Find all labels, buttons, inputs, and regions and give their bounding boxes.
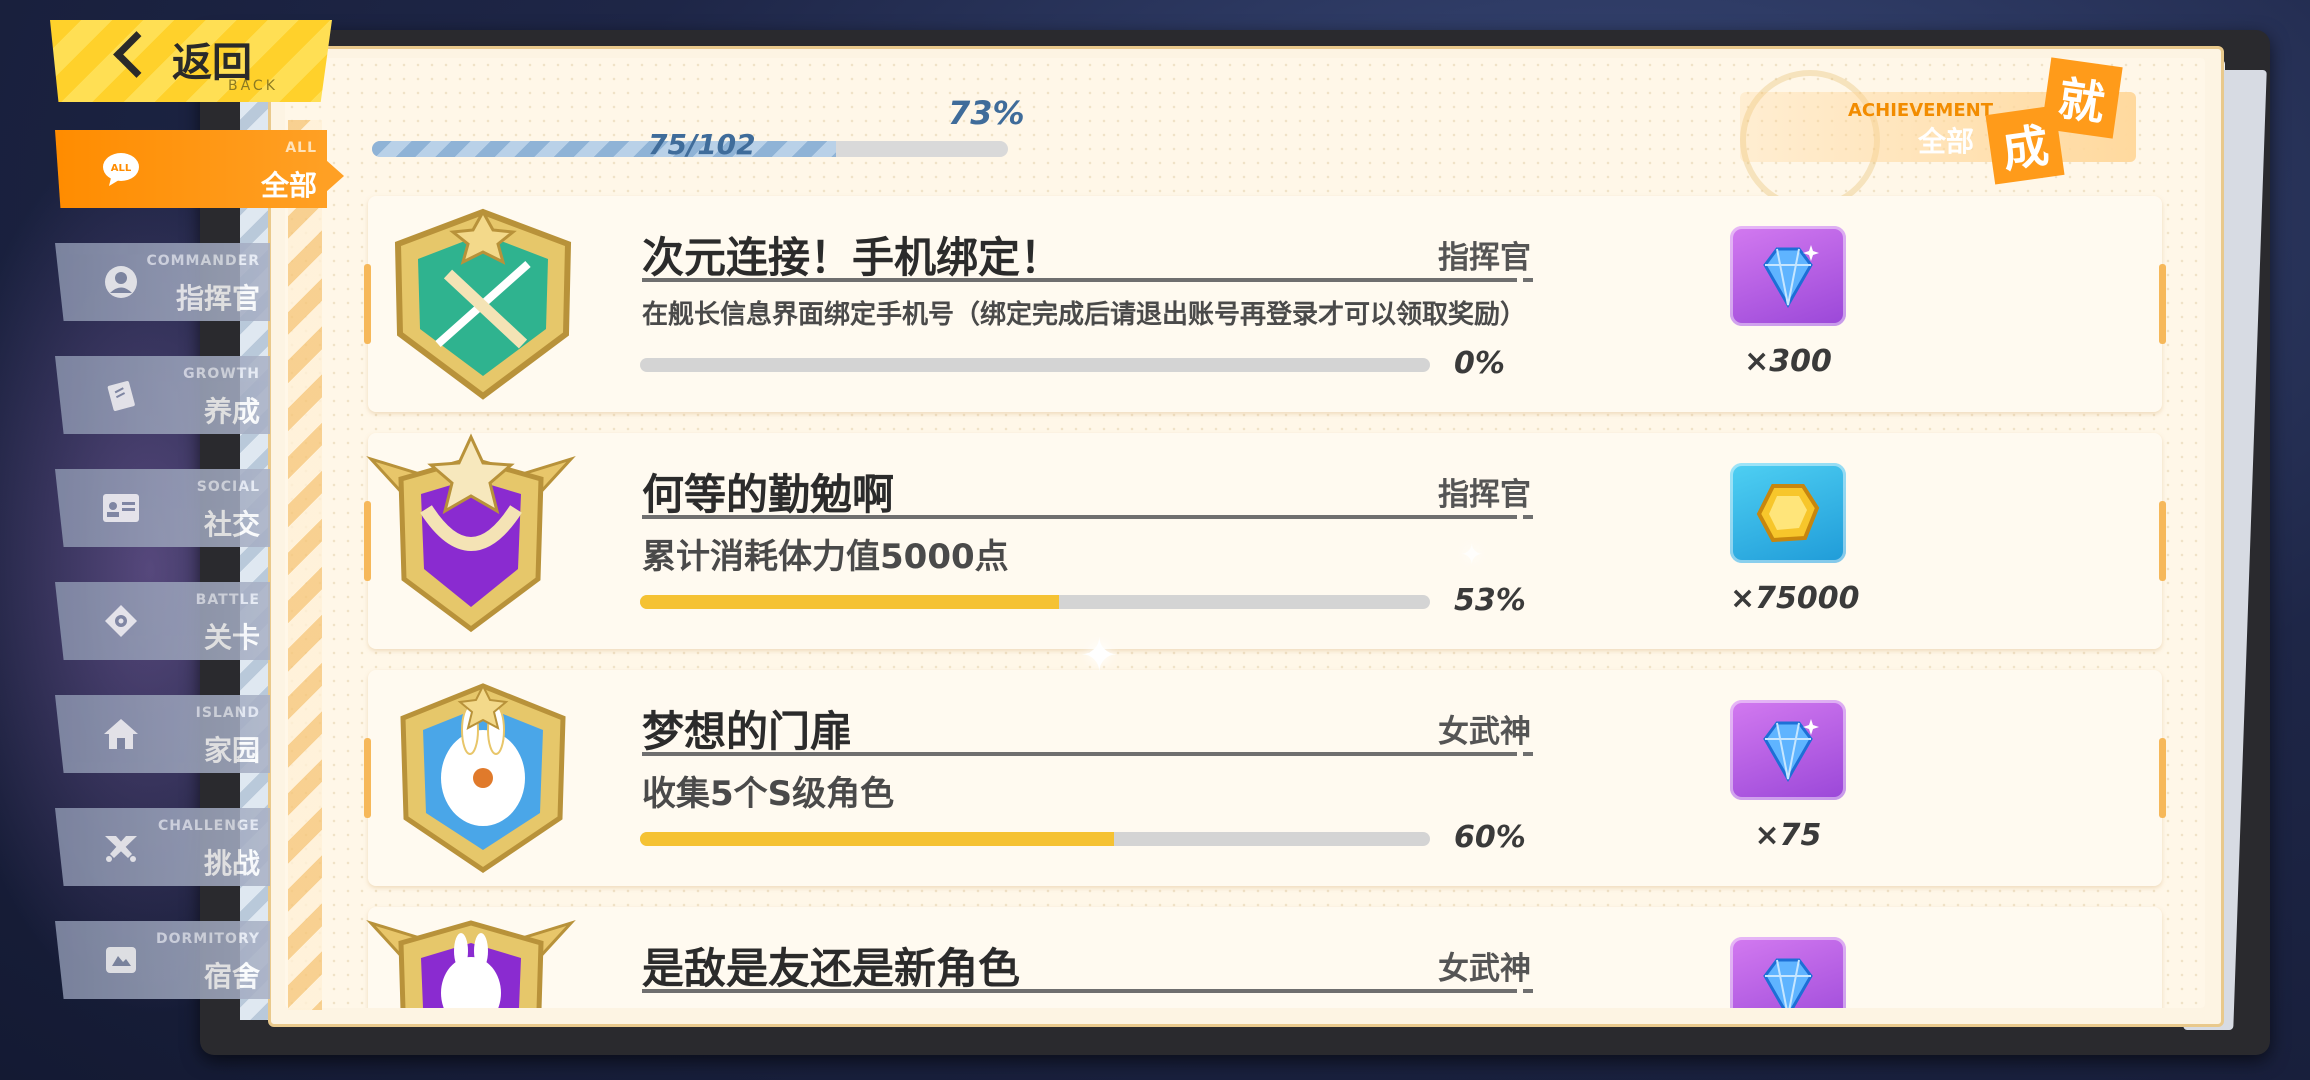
title-divider (642, 278, 1533, 282)
reward-item[interactable] (1730, 937, 1846, 1008)
blue-crystal-icon (1763, 719, 1819, 783)
achievement-progress-bar (640, 595, 1430, 609)
medal-rabbit-icon (378, 678, 588, 878)
achievement-progress-fill (640, 832, 1114, 846)
reward-quantity: ×75000 (1730, 581, 1860, 616)
achievement-category: 指挥官 (1438, 240, 1531, 276)
card-edge (364, 264, 371, 344)
achievement-progress-percent: 60% (1454, 820, 1526, 855)
reward-item[interactable] (1730, 226, 1846, 326)
medal-star-wings-icon (366, 433, 588, 641)
achievement-title: 次元连接！手机绑定！ (642, 233, 1063, 282)
card-edge (2159, 264, 2166, 344)
card-edge (364, 738, 371, 818)
achievement-progress-fill (640, 595, 1059, 609)
reward-quantity: ×75 (1754, 818, 1822, 853)
achievement-card[interactable]: 何等的勤勉啊 指挥官 累计消耗体力值5000点 53% ×75000 (364, 433, 2166, 649)
achievement-card[interactable]: 次元连接！手机绑定！ 指挥官 在舰长信息界面绑定手机号（绑定完成后请退出账号再登… (364, 196, 2166, 412)
card-edge (2159, 501, 2166, 581)
sparkle-icon: ✦ (1460, 538, 1484, 571)
achievement-list: 次元连接！手机绑定！ 指挥官 在舰长信息界面绑定手机号（绑定完成后请退出账号再登… (0, 0, 2310, 1008)
achievement-title: 是敌是友还是新角色 (642, 944, 1021, 993)
sparkle-icon: ✦ (1080, 628, 1119, 682)
reward-item[interactable] (1730, 463, 1846, 563)
achievement-description: 累计消耗体力值5000点 (642, 537, 1009, 577)
achievement-category: 女武神 (1438, 951, 1531, 987)
reward-item[interactable] (1730, 700, 1846, 800)
blue-crystal-icon (1763, 958, 1813, 1008)
achievement-description: 收集5个S级角色 (642, 774, 895, 814)
gold-coin-icon (1756, 484, 1820, 543)
achievement-progress-percent: 0% (1454, 346, 1505, 381)
achievement-progress-bar (640, 358, 1430, 372)
medal-rabbit-wings-icon (366, 915, 588, 1008)
card-edge (2159, 738, 2166, 818)
title-divider (642, 989, 1533, 993)
reward-quantity: ×300 (1744, 344, 1832, 379)
achievement-title: 梦想的门扉 (642, 707, 853, 756)
title-divider (642, 752, 1533, 756)
achievement-category: 指挥官 (1438, 477, 1531, 513)
medal-gun-icon (378, 204, 588, 404)
blue-crystal-icon (1763, 245, 1819, 309)
title-divider (642, 515, 1533, 519)
achievement-card[interactable]: 梦想的门扉 女武神 收集5个S级角色 60% ×75 (364, 670, 2166, 886)
achievement-title: 何等的勤勉啊 (642, 470, 895, 519)
achievement-progress-bar (640, 832, 1430, 846)
achievement-card[interactable]: 是敌是友还是新角色 女武神 (366, 907, 2162, 1008)
achievement-progress-percent: 53% (1454, 583, 1526, 618)
achievement-category: 女武神 (1438, 714, 1531, 750)
achievement-description: 在舰长信息界面绑定手机号（绑定完成后请退出账号再登录才可以领取奖励） (642, 300, 1527, 330)
